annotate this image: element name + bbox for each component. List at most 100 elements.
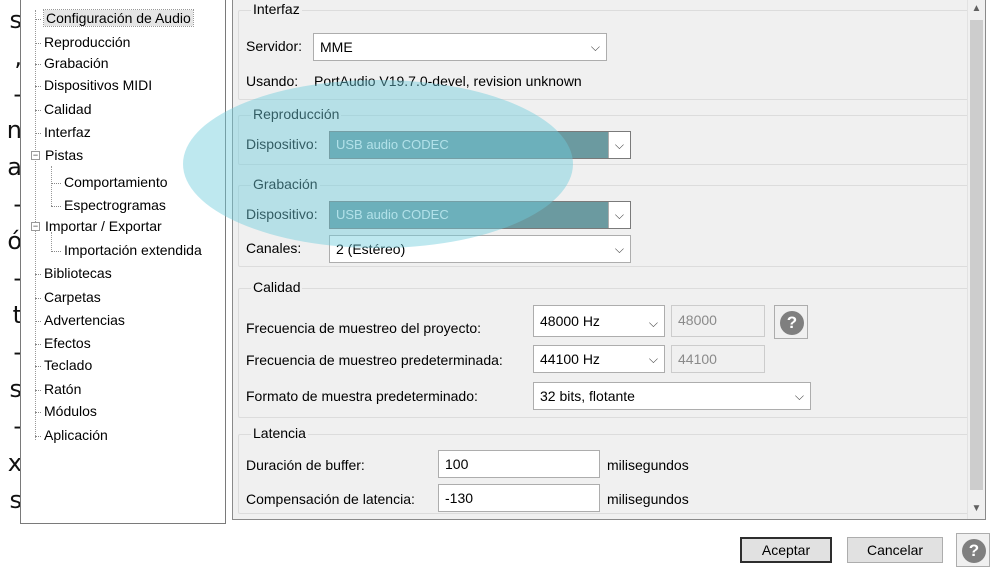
playback-device-select[interactable]: USB audio CODEC ⌵ — [329, 131, 631, 159]
tree-item-label: Ratón — [44, 381, 82, 397]
collapse-toggle-icon[interactable]: − — [31, 222, 40, 231]
preferences-tree[interactable]: Configuración de Audio Reproducción Grab… — [20, 0, 226, 524]
tree-item-label: Módulos — [44, 403, 97, 419]
tree-connector — [35, 411, 41, 413]
tree-connector — [35, 63, 41, 65]
tree-item-label: Pistas — [45, 147, 84, 163]
project-rate-text: 48000 — [678, 312, 717, 328]
tree-item-recording[interactable]: Grabación — [35, 53, 109, 73]
tree-item-tracks-behavior[interactable]: Comportamiento — [51, 172, 168, 192]
tree-item-midi-devices[interactable]: Dispositivos MIDI — [35, 75, 152, 95]
footer-help-button[interactable]: ? — [956, 533, 990, 567]
scroll-down-arrow-icon[interactable]: ▼ — [968, 500, 985, 518]
group-title: Latencia — [251, 425, 308, 441]
buffer-label: Duración de buffer: — [246, 457, 365, 473]
using-label: Usando: — [246, 73, 299, 89]
latency-comp-unit: milisegundos — [607, 491, 689, 507]
tree-item-modules[interactable]: Módulos — [35, 401, 97, 421]
help-icon: ? — [780, 311, 804, 335]
cancel-button[interactable]: Cancelar — [847, 537, 943, 563]
vertical-scrollbar[interactable]: ▲ ▼ — [967, 0, 985, 519]
recording-device-value: USB audio CODEC — [336, 207, 449, 222]
channels-value: 2 (Estéreo) — [336, 241, 406, 257]
ok-button[interactable]: Aceptar — [740, 537, 832, 563]
default-rate-value: 44100 Hz — [540, 351, 600, 367]
project-rate-label: Frecuencia de muestreo del proyecto: — [246, 320, 482, 336]
help-icon: ? — [962, 539, 986, 563]
tree-item-warnings[interactable]: Advertencias — [35, 310, 125, 330]
buffer-input[interactable]: 100 — [438, 450, 600, 478]
host-label: Servidor: — [246, 38, 303, 54]
help-button[interactable]: ? — [774, 305, 808, 339]
tree-item-label: Interfaz — [44, 124, 91, 140]
tree-connector — [35, 132, 41, 134]
latency-comp-label: Compensación de latencia: — [246, 491, 415, 507]
project-rate-select[interactable]: 48000 Hz ⌵ — [533, 305, 665, 337]
tree-item-libraries[interactable]: Bibliotecas — [35, 263, 112, 283]
tree-connector — [35, 365, 41, 367]
tree-item-label: Calidad — [44, 101, 92, 117]
recording-device-label: Dispositivo: — [246, 206, 318, 222]
tree-item-quality[interactable]: Calidad — [35, 99, 91, 119]
recording-device-select[interactable]: USB audio CODEC ⌵ — [329, 201, 631, 229]
tree-item-spectrograms[interactable]: Espectrogramas — [51, 195, 166, 215]
default-rate-input[interactable]: 44100 — [671, 345, 765, 373]
tree-connector — [35, 320, 41, 322]
tree-item-folders[interactable]: Carpetas — [35, 287, 101, 307]
tree-connector — [35, 109, 41, 111]
buffer-unit: milisegundos — [607, 457, 689, 473]
chevron-down-icon: ⌵ — [614, 138, 624, 152]
project-rate-input[interactable]: 48000 — [671, 305, 765, 337]
tree-item-interface[interactable]: Interfaz — [35, 122, 91, 142]
chevron-down-icon: ⌵ — [590, 40, 600, 54]
tree-item-mouse[interactable]: Ratón — [35, 379, 81, 399]
tree-item-tracks[interactable]: Pistas — [45, 145, 83, 165]
chevron-down-icon: ⌵ — [648, 352, 658, 366]
playback-device-label: Dispositivo: — [246, 136, 318, 152]
tree-item-application[interactable]: Aplicación — [35, 425, 108, 445]
latency-comp-input[interactable]: -130 — [438, 484, 600, 512]
chevron-down-icon: ⌵ — [794, 389, 804, 403]
format-select[interactable]: 32 bits, flotante ⌵ — [533, 382, 811, 410]
playback-device-value: USB audio CODEC — [336, 137, 449, 152]
group-title: Interfaz — [251, 1, 302, 17]
tree-item-label: Configuración de Audio — [43, 9, 194, 27]
tree-item-audio-settings[interactable]: Configuración de Audio — [35, 8, 194, 28]
scroll-up-arrow-icon[interactable]: ▲ — [968, 0, 985, 18]
default-rate-select[interactable]: 44100 Hz ⌵ — [533, 345, 665, 373]
tree-item-keyboard[interactable]: Teclado — [35, 355, 92, 375]
tree-item-extended-import[interactable]: Importación extendida — [51, 240, 202, 260]
tree-item-label: Grabación — [44, 55, 109, 71]
tree-connector — [35, 343, 41, 345]
tree-item-import-export[interactable]: Importar / Exportar — [45, 216, 162, 236]
group-title: Calidad — [251, 279, 303, 295]
tree-connector — [51, 205, 61, 207]
host-value: MME — [320, 39, 353, 55]
tree-connector — [51, 250, 61, 252]
tree-item-label: Bibliotecas — [44, 265, 112, 281]
tree-item-label: Advertencias — [44, 312, 125, 328]
tree-item-label: Importación extendida — [64, 242, 202, 258]
host-select[interactable]: MME ⌵ — [313, 33, 607, 61]
tree-connector — [35, 389, 41, 391]
group-title: Grabación — [251, 176, 320, 192]
collapse-toggle-icon[interactable]: − — [31, 151, 40, 160]
tree-item-label: Importar / Exportar — [45, 218, 162, 234]
tree-connector — [35, 435, 41, 437]
tree-connector — [35, 18, 41, 20]
tree-connector — [51, 182, 61, 184]
tree-item-label: Espectrogramas — [64, 197, 166, 213]
tree-item-playback[interactable]: Reproducción — [35, 32, 130, 52]
using-value: PortAudio V19.7.0-devel, revision unknow… — [314, 73, 582, 89]
chevron-down-icon: ⌵ — [648, 316, 658, 330]
buffer-value: 100 — [445, 456, 469, 472]
scroll-thumb[interactable] — [970, 20, 983, 490]
tree-item-label: Comportamiento — [64, 174, 168, 190]
default-rate-text: 44100 — [678, 351, 717, 367]
tree-item-label: Carpetas — [44, 289, 101, 305]
channels-select[interactable]: 2 (Estéreo) ⌵ — [329, 235, 631, 263]
chevron-down-icon: ⌵ — [614, 208, 624, 222]
tree-item-label: Aplicación — [44, 427, 108, 443]
channels-label: Canales: — [246, 240, 302, 256]
tree-item-effects[interactable]: Efectos — [35, 333, 91, 353]
